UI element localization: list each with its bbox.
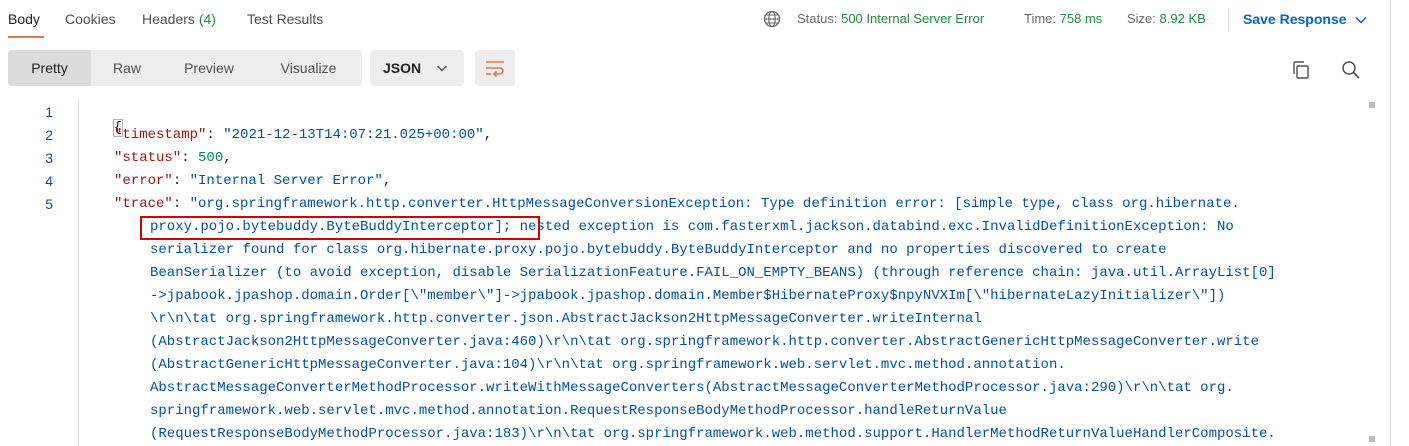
view-mode-preview[interactable]: Preview — [163, 50, 255, 86]
view-mode-pretty[interactable]: Pretty — [8, 50, 91, 86]
json-key: "timestamp" — [114, 127, 207, 143]
code-line: "timestamp": "2021-12-13T14:07:21.025+00… — [114, 127, 493, 143]
globe-icon[interactable] — [763, 10, 781, 33]
chevron-down-icon — [436, 65, 448, 72]
wrap-lines-icon — [486, 61, 504, 77]
tab-body[interactable]: Body — [8, 11, 40, 27]
json-key: "error" — [114, 173, 173, 189]
active-tab-indicator — [8, 36, 44, 38]
code-line: "trace": "org.springframework.http.conve… — [114, 196, 1240, 212]
view-mode-raw[interactable]: Raw — [91, 50, 163, 86]
format-select[interactable]: JSON — [370, 50, 464, 86]
response-tab-bar: Body Cookies Headers (4) Test Results St… — [0, 0, 1390, 40]
trace-line: (AbstractJackson2HttpMessageConverter.ja… — [150, 334, 1259, 350]
size-label: Size: — [1127, 11, 1156, 26]
status-info[interactable]: Status: 500 Internal Server Error — [797, 11, 984, 26]
trace-line: ->jpabook.jpashop.domain.Order[\"member\… — [150, 288, 1226, 304]
line-number: 1 — [45, 104, 53, 120]
json-string: "Internal Server Error" — [189, 173, 383, 189]
line-number: 3 — [45, 150, 53, 166]
save-response-button[interactable]: Save Response — [1243, 11, 1367, 27]
line-number: 4 — [45, 173, 53, 189]
view-mode-visualize[interactable]: Visualize — [255, 50, 362, 86]
json-string: "2021-12-13T14:07:21.025+00:00" — [223, 127, 484, 143]
gutter-divider — [78, 100, 79, 446]
time-info[interactable]: Time: 758 ms — [1024, 11, 1102, 26]
json-key: "trace" — [114, 196, 173, 212]
wrap-lines-button[interactable] — [475, 50, 515, 86]
line-number: 5 — [45, 196, 53, 212]
trace-line: (AbstractGenericHttpMessageConverter.jav… — [150, 357, 1066, 373]
time-label: Time: — [1024, 11, 1057, 26]
size-value: 8.92 KB — [1159, 11, 1206, 26]
trace-line: springframework.web.servlet.mvc.method.a… — [150, 403, 1007, 419]
status-label: Status: — [797, 11, 838, 26]
tab-test-results[interactable]: Test Results — [247, 11, 323, 27]
highlight-annotation-box — [140, 216, 540, 240]
size-info[interactable]: Size: 8.92 KB — [1127, 11, 1206, 26]
save-response-label: Save Response — [1243, 11, 1347, 27]
trace-line: \r\n\tat org.springframework.http.conver… — [150, 311, 982, 327]
status-value: 500 Internal Server Error — [841, 11, 985, 26]
response-body-editor[interactable]: 1 2 3 4 5 { "timestamp": "2021-12-13T14:… — [0, 100, 1365, 446]
vertical-scrollbar[interactable] — [1367, 100, 1377, 446]
tab-headers[interactable]: Headers (4) — [142, 11, 216, 27]
code-line: "status": 500, — [114, 150, 232, 166]
divider — [1228, 8, 1229, 32]
time-value: 758 ms — [1059, 11, 1103, 26]
tab-headers-count: (4) — [198, 11, 216, 27]
trace-line: serializer found for class org.hibernate… — [150, 242, 1167, 258]
json-key: "status" — [114, 150, 182, 166]
trace-line: (RequestResponseBodyMethodProcessor.java… — [150, 426, 1276, 442]
json-number: 500 — [198, 150, 224, 166]
scroll-up-arrow[interactable] — [1369, 102, 1375, 108]
trace-line: BeanSerializer (to avoid exception, disa… — [150, 265, 1276, 281]
tab-headers-label: Headers — [142, 11, 195, 27]
trace-line: "org.springframework.http.converter.Http… — [189, 196, 1240, 212]
format-select-label: JSON — [383, 60, 422, 76]
scroll-down-arrow[interactable] — [1369, 436, 1375, 442]
panel-border — [1390, 0, 1391, 446]
search-icon[interactable] — [1341, 60, 1361, 85]
trace-line: AbstractMessageConverterMethodProcessor.… — [150, 380, 1234, 396]
view-mode-selector: Pretty Raw Preview Visualize — [8, 50, 362, 86]
line-number: 2 — [45, 127, 53, 143]
tab-cookies[interactable]: Cookies — [65, 11, 116, 27]
chevron-down-icon — [1355, 16, 1367, 24]
code-line: "error": "Internal Server Error", — [114, 173, 392, 189]
copy-icon[interactable] — [1291, 60, 1311, 85]
